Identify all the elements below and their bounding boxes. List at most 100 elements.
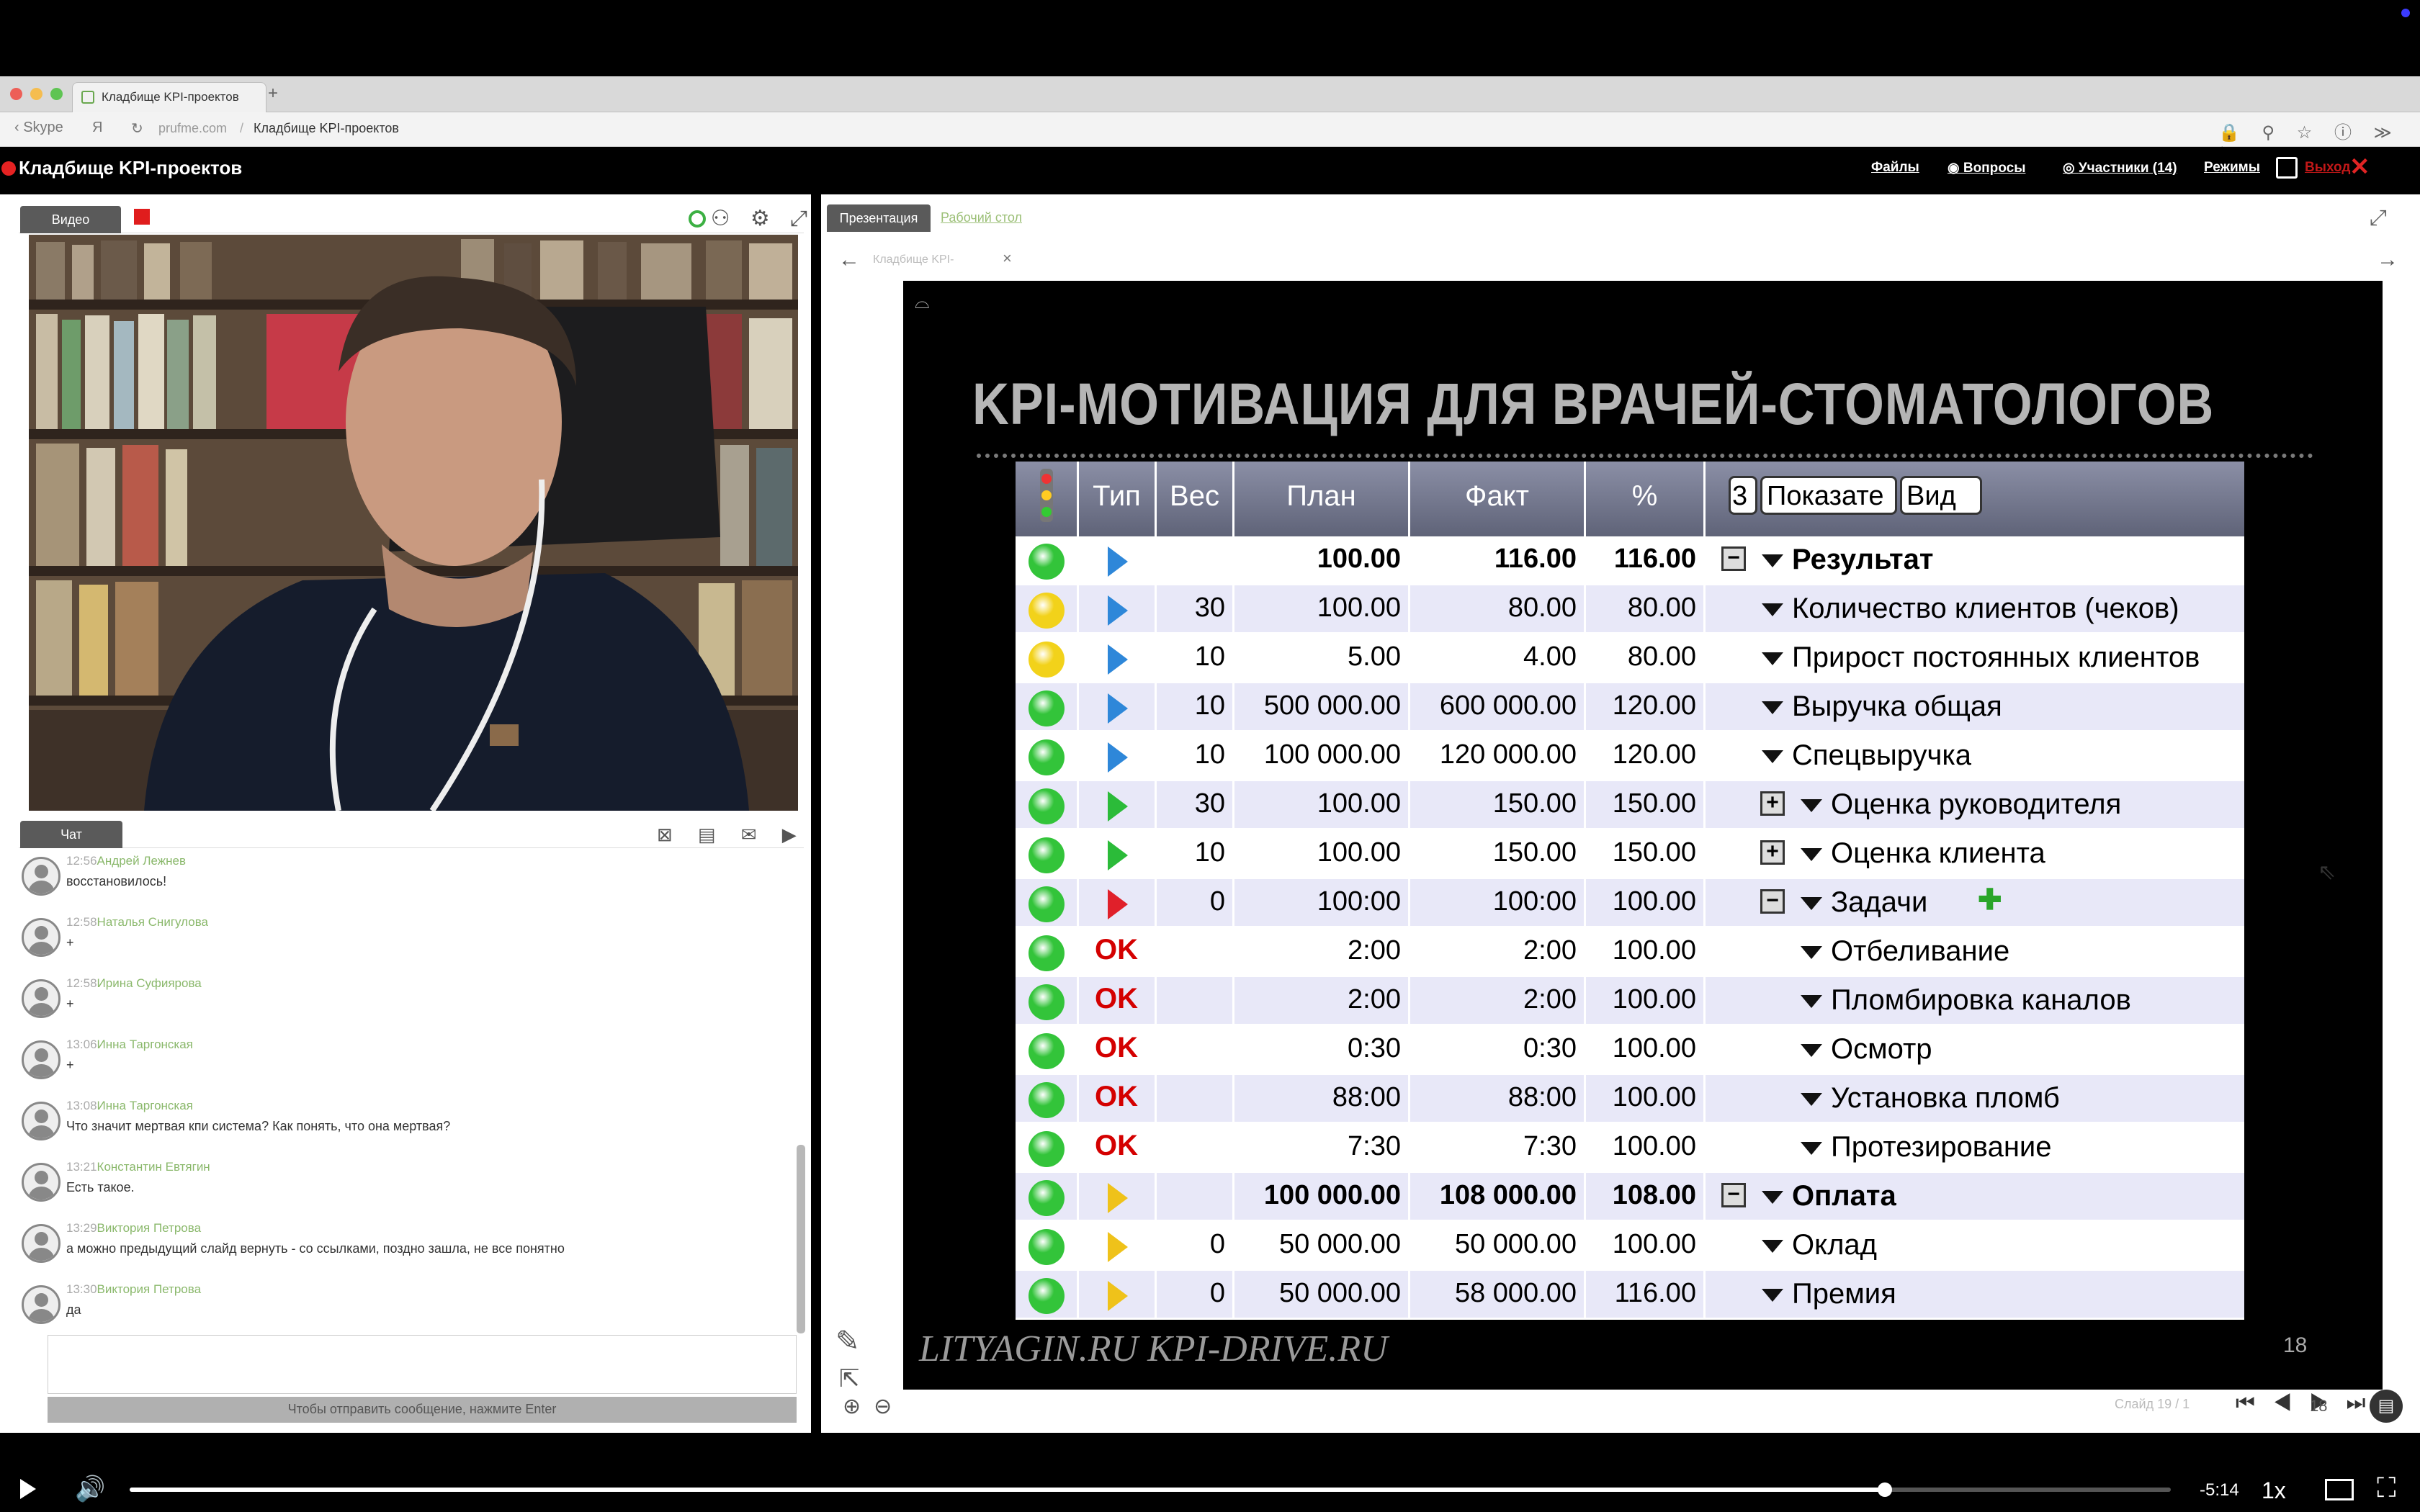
chat-message-author[interactable]: Инна Таргонская	[97, 1099, 193, 1112]
picture-in-picture-icon[interactable]	[2325, 1479, 2354, 1500]
kpi-name[interactable]: Осмотр	[1831, 1033, 1932, 1066]
yandex-icon[interactable]: Я	[92, 120, 102, 136]
dropdown-triangle-icon[interactable]	[1801, 995, 1822, 1008]
col-header-weight[interactable]: Вес	[1157, 462, 1234, 536]
dropdown-triangle-icon[interactable]	[1801, 799, 1822, 812]
levels-select[interactable]: 3	[1729, 476, 1757, 515]
kpi-name[interactable]: Количество клиентов (чеков)	[1792, 593, 2179, 625]
tab-video[interactable]: Видео	[20, 206, 121, 233]
expand-box-icon[interactable]: +	[1760, 840, 1785, 865]
collapse-box-icon[interactable]: −	[1721, 1183, 1746, 1207]
expand-icon[interactable]: ⤢	[2370, 206, 2387, 230]
close-icon[interactable]: ✕	[2349, 153, 2370, 181]
window-close-icon[interactable]	[10, 88, 22, 100]
exit-link[interactable]: Выход	[2305, 160, 2350, 176]
kpi-name[interactable]: Установка пломб	[1831, 1082, 2060, 1115]
tab-chat[interactable]: Чат	[20, 821, 122, 848]
kpi-name[interactable]: Задачи	[1831, 886, 1927, 919]
fullscreen-icon[interactable]: ⛶	[2377, 1473, 2396, 1504]
kpi-name[interactable]: Премия	[1792, 1278, 1896, 1310]
show-select[interactable]: Показате	[1760, 476, 1897, 515]
table-row[interactable]: OK 88:00 88:00 100.00 Установка пломб	[1016, 1075, 2244, 1124]
chat-message-author[interactable]: Инна Таргонская	[97, 1038, 193, 1051]
record-icon[interactable]	[134, 209, 150, 225]
table-row[interactable]: 10 5.00 4.00 80.00 Прирост постоянных клиент…	[1016, 634, 2244, 683]
speed-button[interactable]: 1x	[2262, 1477, 2286, 1504]
dropdown-triangle-icon[interactable]	[1762, 1289, 1783, 1302]
video-toolbar-icons[interactable]: . ⚇ ⚙ ⤢	[684, 206, 815, 231]
table-row[interactable]: OK 2:00 2:00 100.00 Отбеливание	[1016, 928, 2244, 977]
tab-desktop[interactable]: Рабочий стол	[941, 210, 1022, 225]
document-close-icon[interactable]: ×	[1003, 249, 1012, 268]
table-row[interactable]: 0 50 000.00 58 000.00 116.00 Премия	[1016, 1271, 2244, 1320]
collapse-box-icon[interactable]: −	[1760, 889, 1785, 914]
table-row[interactable]: 0 50 000.00 50 000.00 100.00 Оклад	[1016, 1222, 2244, 1271]
chat-message-author[interactable]: Константин Евтягин	[97, 1160, 210, 1174]
zoom-in-icon[interactable]: ⊕	[843, 1395, 874, 1418]
dropdown-triangle-icon[interactable]	[1762, 1191, 1783, 1204]
chat-input[interactable]	[48, 1335, 797, 1394]
table-row[interactable]: 30 100.00 150.00 150.00 + Оценка руководителя	[1016, 781, 2244, 830]
table-row[interactable]: 10 500 000.00 600 000.00 120.00 Выручка обща…	[1016, 683, 2244, 732]
col-header-percent[interactable]: %	[1586, 462, 1706, 536]
table-row[interactable]: OK 2:00 2:00 100.00 Пломбировка каналов	[1016, 977, 2244, 1026]
arrow-left-icon[interactable]: ←	[838, 248, 860, 272]
chat-scrollbar[interactable]	[797, 1145, 805, 1333]
reload-icon[interactable]: ↻	[131, 120, 143, 138]
document-tab[interactable]: Кладбище KPI-	[873, 253, 954, 266]
chat-message-author[interactable]: Наталья Снигулова	[97, 915, 208, 929]
collapse-box-icon[interactable]: −	[1721, 546, 1746, 571]
kpi-name[interactable]: Оплата	[1792, 1180, 1896, 1212]
chat-message-author[interactable]: Ирина Суфиярова	[97, 976, 202, 990]
modes-link[interactable]: Режимы	[2204, 160, 2260, 176]
kpi-name[interactable]: Оценка клиента	[1831, 837, 2045, 870]
back-button[interactable]: ‹ Skype	[14, 120, 63, 136]
dropdown-triangle-icon[interactable]	[1801, 897, 1822, 910]
zoom-controls[interactable]: ⊕⊖	[843, 1394, 905, 1419]
dropdown-triangle-icon[interactable]	[1801, 946, 1822, 959]
progress-handle[interactable]	[1878, 1482, 1892, 1497]
kpi-name[interactable]: Отбеливание	[1831, 935, 2009, 968]
kpi-name[interactable]: Оклад	[1792, 1229, 1877, 1261]
chat-message-author[interactable]: Андрей Лежнев	[97, 854, 186, 868]
page-controls[interactable]: ⏮ ◀ ▶ ⏭	[2236, 1391, 2372, 1416]
col-header-fact[interactable]: Факт	[1410, 462, 1586, 536]
table-row[interactable]: 10 100 000.00 120 000.00 120.00 Спецвыручка	[1016, 732, 2244, 781]
table-row[interactable]: 10 100.00 150.00 150.00 + Оценка клиента	[1016, 830, 2244, 879]
chat-message-author[interactable]: Виктория Петрова	[97, 1221, 202, 1235]
browser-tab[interactable]: Кладбище KPI-проектов	[72, 82, 266, 112]
questions-link[interactable]: ◉ Вопросы	[1948, 160, 2025, 176]
video-toolbar-glyphs[interactable]: ⚇ ⚙ ⤢	[711, 207, 815, 230]
col-header-plan[interactable]: План	[1234, 462, 1410, 536]
zoom-out-icon[interactable]: ⊖	[874, 1395, 905, 1418]
kpi-name[interactable]: Пломбировка каналов	[1831, 984, 2131, 1017]
table-row[interactable]: OK 7:30 7:30 100.00 Протезирование	[1016, 1124, 2244, 1173]
table-row[interactable]: 0 100:00 100:00 100.00− Задачи ✚	[1016, 879, 2244, 928]
dropdown-triangle-icon[interactable]	[1801, 848, 1822, 861]
kpi-name[interactable]: Результат	[1792, 544, 1933, 576]
table-row[interactable]: 100 000.00 108 000.00 108.00− Оплата	[1016, 1173, 2244, 1222]
chat-send-hint[interactable]: Чтобы отправить сообщение, нажмите Enter	[48, 1397, 797, 1423]
kpi-name[interactable]: Оценка руководителя	[1831, 788, 2121, 821]
chat-toolbar-icons[interactable]: ⊠ ▤ ✉ ▶ ⤢	[657, 824, 847, 847]
table-row[interactable]: OK 0:30 0:30 100.00 Осмотр	[1016, 1026, 2244, 1075]
layout-icon[interactable]	[2276, 157, 2298, 179]
add-task-icon[interactable]: ✚	[1978, 883, 2002, 917]
dropdown-triangle-icon[interactable]	[1801, 1142, 1822, 1155]
pointer-icon[interactable]: ⇱	[839, 1364, 860, 1393]
files-link[interactable]: Файлы	[1871, 160, 1919, 176]
dropdown-triangle-icon[interactable]	[1801, 1093, 1822, 1106]
dropdown-triangle-icon[interactable]	[1801, 1044, 1822, 1057]
table-row[interactable]: 100.00 116.00 116.00− Результат	[1016, 536, 2244, 585]
kpi-name[interactable]: Выручка общая	[1792, 690, 2002, 723]
col-header-type[interactable]: Тип	[1079, 462, 1157, 536]
page-number-field[interactable]: 18	[2310, 1397, 2327, 1416]
play-icon[interactable]	[20, 1479, 36, 1499]
new-tab-button[interactable]: +	[268, 84, 278, 104]
kpi-name[interactable]: Прирост постоянных клиентов	[1792, 642, 2200, 674]
participants-link[interactable]: ◎ Участники (14)	[2063, 160, 2177, 176]
dropdown-triangle-icon[interactable]	[1762, 652, 1783, 665]
window-minimize-icon[interactable]	[30, 88, 42, 100]
url-page-title[interactable]: Кладбище KPI-проектов	[254, 121, 399, 136]
kpi-name[interactable]: Протезирование	[1831, 1131, 2052, 1164]
